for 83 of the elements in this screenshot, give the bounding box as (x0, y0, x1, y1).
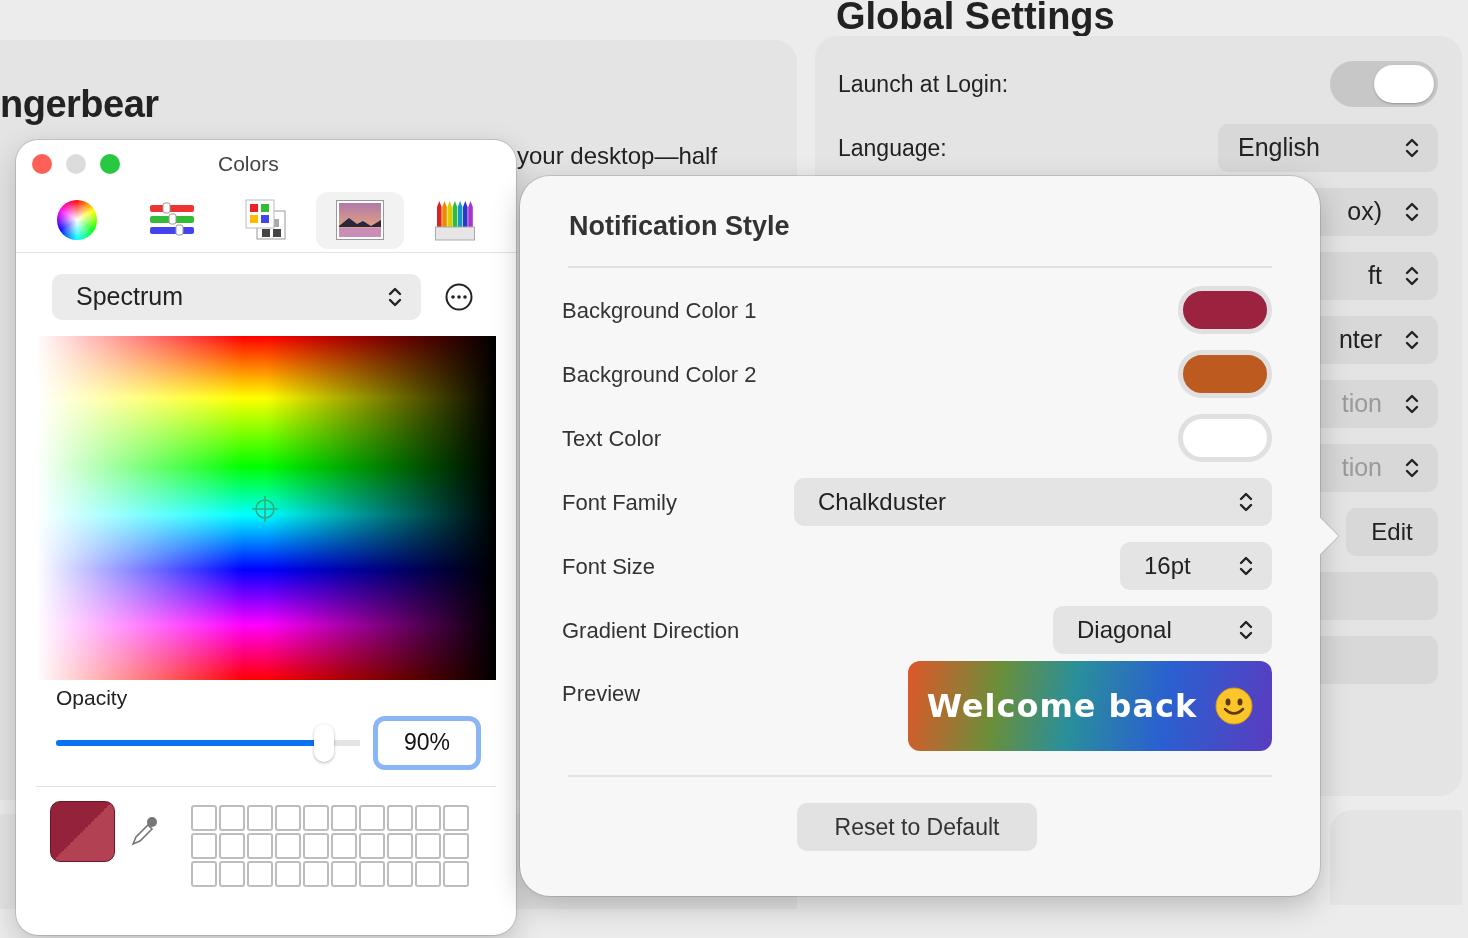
swatch-slot[interactable] (191, 804, 217, 831)
chevron-icon (1238, 618, 1254, 642)
palette-icon (244, 199, 287, 241)
swatch-slot[interactable] (331, 804, 357, 831)
eyedropper-icon[interactable] (129, 814, 159, 847)
tab[interactable] (316, 191, 405, 249)
opacity-field[interactable]: 90% (373, 715, 481, 770)
swatch-slot[interactable] (247, 860, 273, 887)
reset-button[interactable]: Reset to Default (797, 803, 1037, 851)
swatch-slot[interactable] (387, 832, 413, 859)
window-title: Colors (218, 151, 279, 178)
swatch-slot[interactable] (247, 832, 273, 859)
swatch-slot[interactable] (191, 860, 217, 887)
swatch-slot[interactable] (415, 832, 441, 859)
preview-text: Welcome back (926, 686, 1198, 726)
color-swatch[interactable] (1178, 414, 1272, 462)
chevron-icon (1404, 392, 1420, 416)
swatch-slot[interactable] (387, 860, 413, 887)
setting-label: Background Color 2 (562, 360, 757, 389)
pencils-icon (434, 199, 475, 241)
swatch-slot[interactable] (359, 804, 385, 831)
swatch-slot[interactable] (219, 860, 245, 887)
popover-title: Notification Style (569, 210, 791, 243)
swatch-slot[interactable] (359, 832, 385, 859)
setting-label: Font Family (562, 488, 677, 517)
image-icon (336, 200, 385, 240)
swatch-slot[interactable] (443, 804, 469, 831)
more-icon[interactable] (445, 283, 473, 311)
setting-label: Launch at Login: (838, 69, 1009, 99)
setting-label: Font Size (562, 552, 655, 581)
color-well[interactable] (50, 800, 115, 862)
swatch-slot[interactable] (275, 804, 301, 831)
swatch-slot[interactable] (359, 860, 385, 887)
popup-button[interactable]: 16pt (1120, 542, 1272, 590)
swatch-slot[interactable] (387, 804, 413, 831)
swatch-slot[interactable] (443, 832, 469, 859)
setting-label: Text Color (562, 424, 662, 453)
mode-popup-button[interactable]: Spectrum (52, 274, 421, 320)
popup-button[interactable]: Diagonal (1053, 606, 1272, 654)
color-wheel-icon (57, 200, 98, 240)
swatch-slot[interactable] (219, 832, 245, 859)
toggle-switch[interactable] (1330, 61, 1438, 107)
crosshair-icon[interactable] (251, 495, 279, 523)
color-swatch[interactable] (1178, 350, 1272, 398)
swatch-slot[interactable] (275, 832, 301, 859)
swatch-slot[interactable] (415, 804, 441, 831)
swatch-slot[interactable] (247, 804, 273, 831)
close-button[interactable] (32, 154, 52, 174)
chevron-icon (1404, 136, 1420, 160)
chevron-icon (1404, 456, 1420, 480)
smiley-icon (1215, 687, 1254, 725)
swatch-slot[interactable] (303, 860, 329, 887)
chevron-icon (387, 285, 403, 309)
swatch-slot[interactable] (331, 860, 357, 887)
opacity-label: Opacity (56, 685, 129, 711)
zoom-button[interactable] (100, 154, 120, 174)
color-swatch[interactable] (1178, 286, 1272, 334)
chevron-icon (1404, 328, 1420, 352)
minimize-button[interactable] (66, 154, 86, 174)
chevron-icon (1404, 264, 1420, 288)
swatch-slot[interactable] (303, 804, 329, 831)
setting-label: Language: (838, 133, 947, 163)
chevron-icon (1238, 554, 1254, 578)
popup-button[interactable]: Chalkduster (794, 478, 1272, 526)
setting-label: Preview (562, 680, 641, 708)
section-title: Global Settings (836, 0, 1116, 36)
swatch-slot[interactable] (303, 832, 329, 859)
page-title: ngerbear (0, 82, 160, 127)
swatch-slot[interactable] (275, 860, 301, 887)
sliders-icon (148, 202, 195, 238)
chevron-icon (1238, 490, 1254, 514)
swatch-slot[interactable] (415, 860, 441, 887)
swatch-slot[interactable] (191, 832, 217, 859)
setting-label: Background Color 1 (562, 296, 757, 325)
chevron-icon (1404, 200, 1420, 224)
popup-button[interactable]: English (1218, 124, 1438, 172)
spectrum-drawing[interactable] (36, 336, 496, 680)
swatch-slot[interactable] (219, 804, 245, 831)
swatch-slot[interactable] (331, 832, 357, 859)
description-text: your desktop—half (517, 141, 719, 171)
button[interactable]: Edit (1346, 508, 1438, 556)
setting-label: Gradient Direction (562, 616, 740, 645)
swatch-slot[interactable] (443, 860, 469, 887)
